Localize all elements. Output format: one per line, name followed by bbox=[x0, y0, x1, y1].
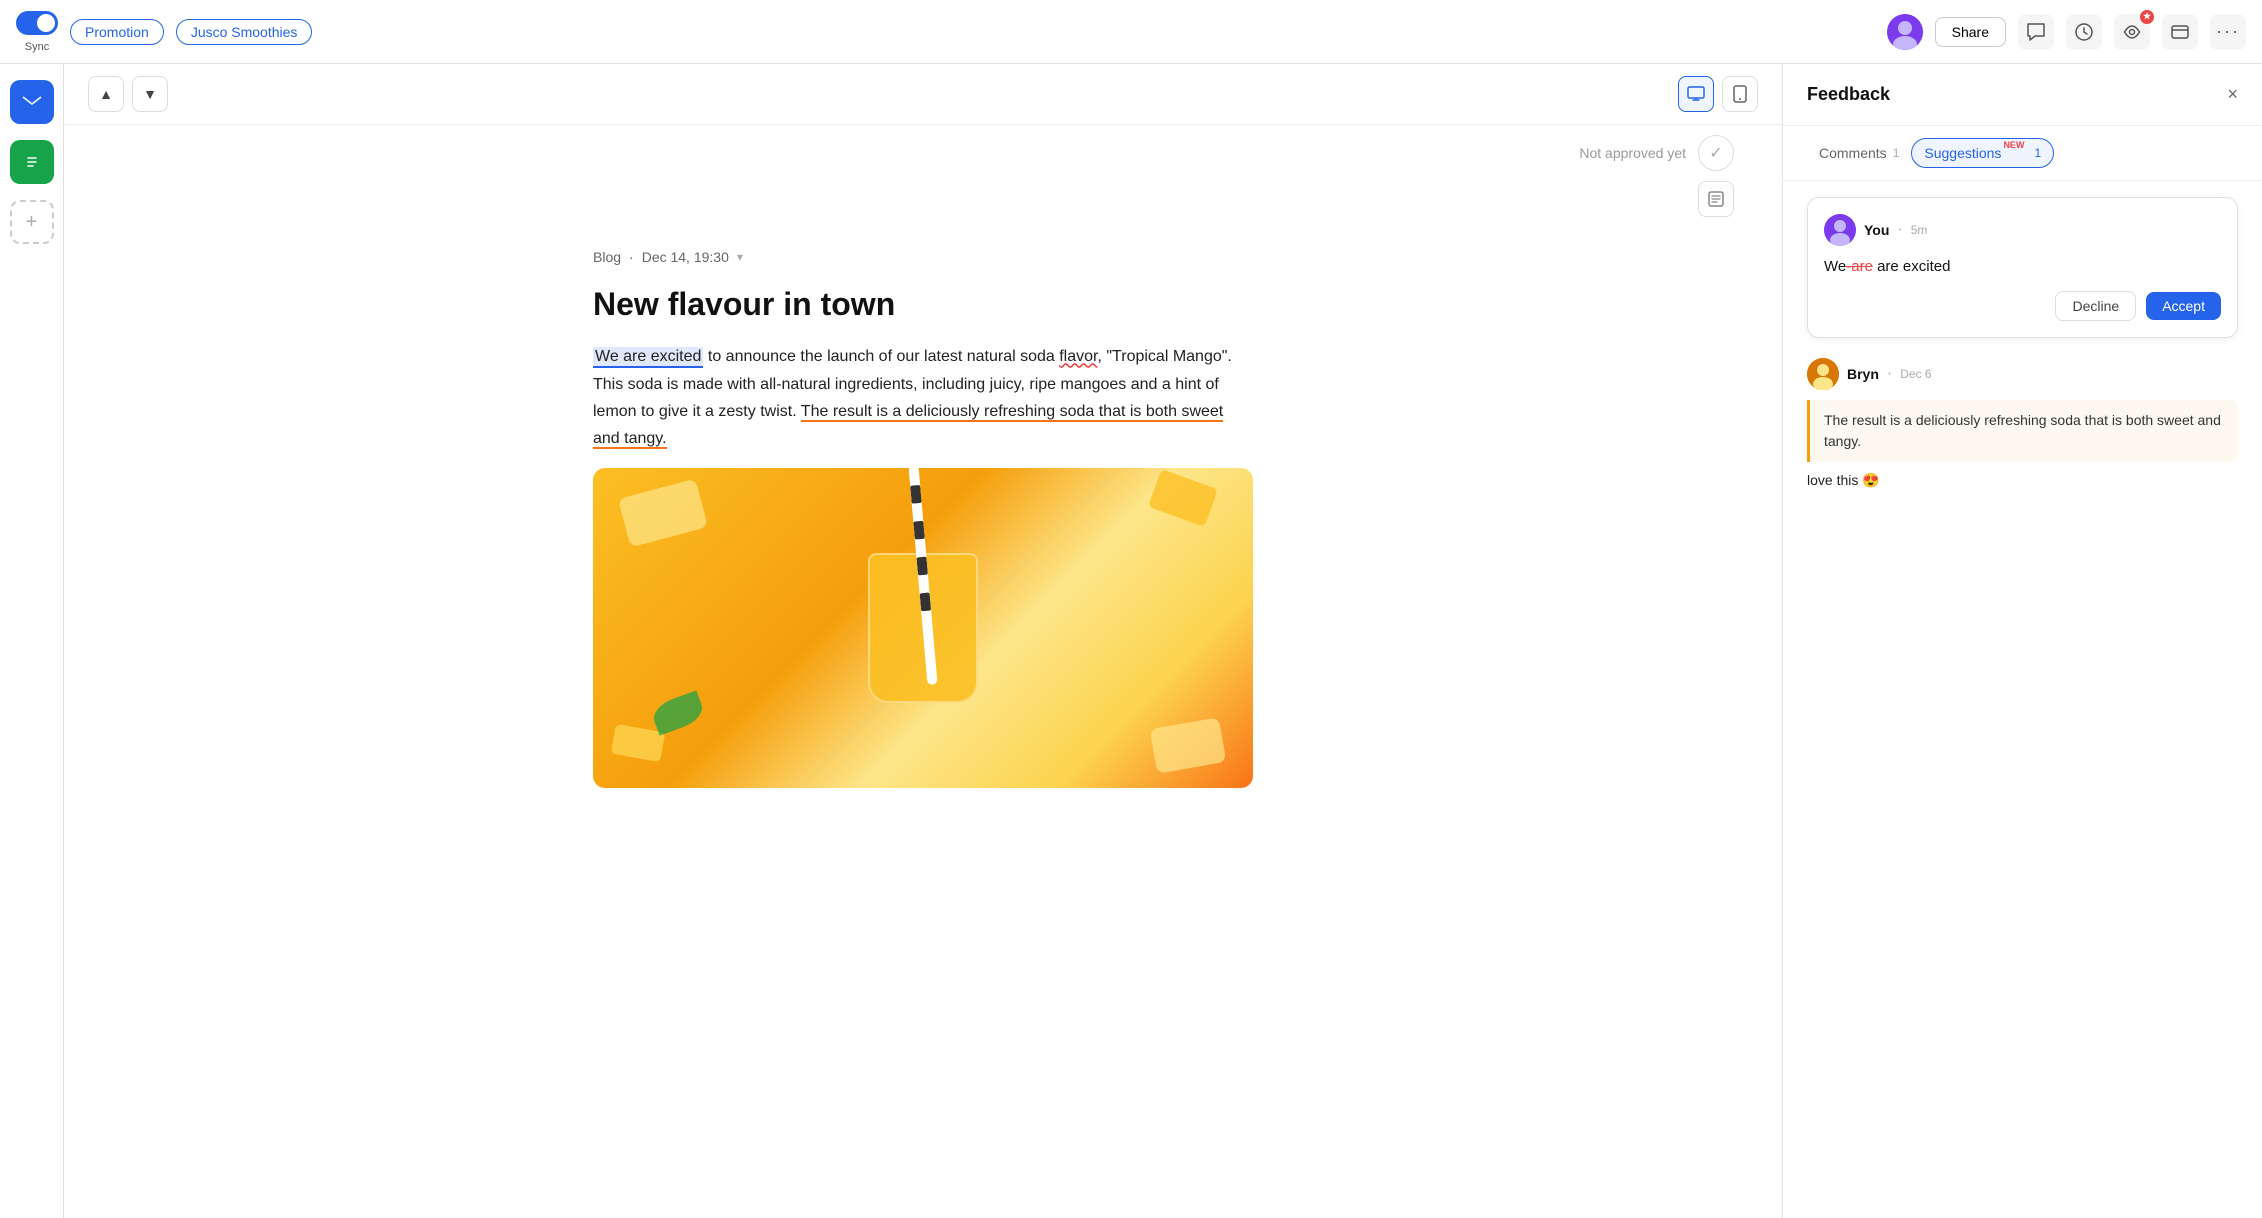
plus-icon: + bbox=[26, 211, 38, 234]
comment-date: Dec 6 bbox=[1900, 367, 1931, 381]
tab-comments[interactable]: Comments 1 bbox=[1807, 139, 1911, 167]
new-badge: NEW bbox=[2003, 140, 2024, 150]
arrow-up-button[interactable]: ▲ bbox=[88, 76, 124, 112]
feedback-panel: Feedback × Comments 1 Suggestions NEW 1 bbox=[1782, 64, 2262, 1218]
mobile-view-button[interactable] bbox=[1722, 76, 1758, 112]
doc-meta[interactable]: Blog · Dec 14, 19:30 ▾ bbox=[593, 249, 1253, 265]
suggestion-dot: · bbox=[1897, 221, 1902, 239]
comment-header: Bryn · Dec 6 bbox=[1807, 358, 2238, 390]
glass-container bbox=[868, 553, 978, 703]
highlighted-phrase: We are excited bbox=[593, 347, 703, 368]
straw bbox=[908, 468, 937, 685]
editor-bar bbox=[64, 181, 1782, 225]
desktop-view-button[interactable] bbox=[1678, 76, 1714, 112]
bryn-avatar bbox=[1807, 358, 1839, 390]
suggestion-user-name: You bbox=[1864, 222, 1889, 238]
arrow-down-button[interactable]: ▼ bbox=[132, 76, 168, 112]
approval-bar: Not approved yet ✓ bbox=[64, 125, 1782, 181]
approve-button[interactable]: ✓ bbox=[1698, 135, 1734, 171]
body-paragraph-1: We are excited to announce the launch of… bbox=[593, 343, 1253, 452]
topbar-left: Sync Promotion Jusco Smoothies bbox=[16, 11, 312, 53]
main-layout: + ▲ ▼ Not a bbox=[0, 0, 2262, 1218]
left-sidebar: + bbox=[0, 64, 64, 1218]
chevron-up-icon: ▲ bbox=[99, 86, 113, 102]
glass bbox=[868, 553, 978, 703]
doc-body: We are excited to announce the launch of… bbox=[593, 343, 1253, 788]
suggestion-time: 5m bbox=[1911, 223, 1928, 237]
sidebar-email-icon[interactable] bbox=[10, 80, 54, 124]
body-text-before: to announce the launch of our latest nat… bbox=[708, 348, 1059, 365]
tag-promotion[interactable]: Promotion bbox=[70, 19, 164, 45]
straw-stripe-1 bbox=[910, 485, 922, 504]
tab-comments-label: Comments bbox=[1819, 145, 1887, 161]
user-avatar[interactable] bbox=[1887, 14, 1923, 50]
history-icon-btn[interactable] bbox=[2066, 14, 2102, 50]
tab-comments-count: 1 bbox=[1893, 146, 1900, 160]
decline-button[interactable]: Decline bbox=[2055, 291, 2136, 321]
suggestion-user-avatar bbox=[1824, 214, 1856, 246]
tab-suggestions-count: 1 bbox=[2034, 146, 2041, 160]
content-toolbar: ▲ ▼ bbox=[64, 64, 1782, 125]
toggle-knob bbox=[37, 14, 55, 32]
doc-separator: · bbox=[629, 249, 634, 265]
ellipsis-icon: ··· bbox=[2216, 21, 2240, 42]
inbox-icon-btn[interactable] bbox=[2162, 14, 2198, 50]
tab-suggestions-label: Suggestions bbox=[1924, 145, 2001, 161]
more-icon-btn[interactable]: ··· bbox=[2210, 14, 2246, 50]
mango-piece-2 bbox=[1148, 469, 1218, 527]
straw-stripe-3 bbox=[916, 557, 928, 576]
doc-title: New flavour in town bbox=[593, 285, 1253, 323]
comment-body: love this 😍 bbox=[1807, 472, 2238, 489]
sidebar-add-button[interactable]: + bbox=[10, 200, 54, 244]
comment-dot: · bbox=[1887, 365, 1892, 383]
suggestion-strikethrough: -are bbox=[1846, 258, 1873, 275]
doc-image bbox=[593, 468, 1253, 788]
panel-header: Feedback × bbox=[1783, 64, 2262, 126]
comments-icon-btn[interactable] bbox=[2018, 14, 2054, 50]
straw-stripe-4 bbox=[920, 593, 932, 612]
tab-suggestions[interactable]: Suggestions NEW 1 bbox=[1911, 138, 2054, 168]
formatting-icon[interactable] bbox=[1698, 181, 1734, 217]
suggestion-after: are excited bbox=[1873, 258, 1951, 275]
suggestion-before: We bbox=[1824, 258, 1846, 275]
content-area: ▲ ▼ Not approved yet ✓ bbox=[64, 64, 1782, 1218]
comment-user-name: Bryn bbox=[1847, 366, 1879, 382]
card-actions: Decline Accept bbox=[1824, 291, 2221, 321]
chevron-down-icon: ▼ bbox=[143, 86, 157, 102]
topbar-right: Share ★ ··· bbox=[1887, 14, 2246, 50]
comment-card: Bryn · Dec 6 The result is a deliciously… bbox=[1807, 354, 2238, 493]
doc-content: Blog · Dec 14, 19:30 ▾ New flavour in to… bbox=[513, 225, 1333, 828]
toolbar-right bbox=[1678, 76, 1758, 112]
check-icon: ✓ bbox=[1709, 143, 1722, 163]
comment-quoted-text: The result is a deliciously refreshing s… bbox=[1807, 400, 2238, 462]
panel-content: You · 5m We-are are excited Decline Acce… bbox=[1783, 181, 2262, 1218]
toolbar-left: ▲ ▼ bbox=[88, 76, 168, 112]
panel-title: Feedback bbox=[1807, 84, 1890, 105]
approval-status: Not approved yet bbox=[1579, 145, 1686, 161]
view-icon-btn[interactable]: ★ bbox=[2114, 14, 2150, 50]
accept-button[interactable]: Accept bbox=[2146, 292, 2221, 320]
leaf-decoration bbox=[649, 690, 706, 735]
tag-company[interactable]: Jusco Smoothies bbox=[176, 19, 313, 45]
toggle-switch[interactable] bbox=[16, 11, 58, 35]
sync-toggle[interactable]: Sync bbox=[16, 11, 58, 53]
mango-piece-4 bbox=[1150, 717, 1227, 773]
doc-type: Blog bbox=[593, 249, 621, 265]
notification-badge: ★ bbox=[2140, 10, 2154, 24]
straw-stripe-2 bbox=[913, 521, 925, 540]
sync-label: Sync bbox=[25, 41, 49, 53]
mango-piece-1 bbox=[618, 479, 708, 548]
meta-chevron-icon: ▾ bbox=[737, 250, 743, 264]
suggestion-text: We-are are excited bbox=[1824, 258, 2221, 275]
share-button[interactable]: Share bbox=[1935, 17, 2006, 47]
panel-tabs: Comments 1 Suggestions NEW 1 bbox=[1783, 126, 2262, 181]
underlined-word: flavor bbox=[1059, 348, 1097, 365]
close-panel-button[interactable]: × bbox=[2227, 84, 2238, 105]
suggestion-card: You · 5m We-are are excited Decline Acce… bbox=[1807, 197, 2238, 338]
smoothie-image bbox=[593, 468, 1253, 788]
topbar: Sync Promotion Jusco Smoothies Share ★ ·… bbox=[0, 0, 2262, 64]
doc-date: Dec 14, 19:30 bbox=[642, 249, 729, 265]
suggestion-header: You · 5m bbox=[1824, 214, 2221, 246]
sidebar-doc-icon[interactable] bbox=[10, 140, 54, 184]
